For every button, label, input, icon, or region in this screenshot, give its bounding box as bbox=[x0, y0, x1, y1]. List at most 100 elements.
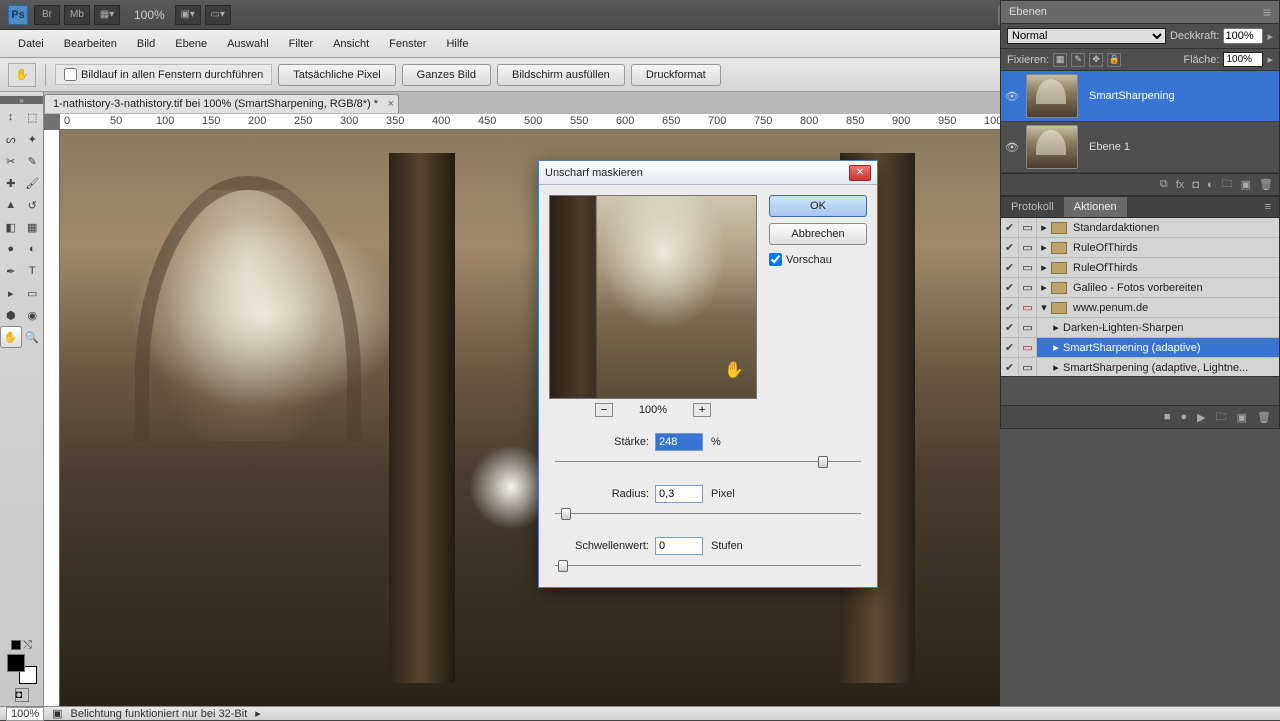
new-action-icon[interactable]: ▣ bbox=[1237, 411, 1247, 424]
blend-mode-select[interactable]: Normal bbox=[1007, 28, 1166, 44]
scroll-all-checkbox-input[interactable] bbox=[64, 68, 77, 81]
gradient-tool-icon[interactable]: ▦ bbox=[22, 216, 44, 238]
new-set-icon[interactable]: 🗀 bbox=[1216, 408, 1227, 427]
action-row[interactable]: ✔▭▸RuleOfThirds bbox=[1001, 258, 1279, 278]
swap-colors-icon[interactable]: ⤭ bbox=[23, 640, 33, 650]
amount-input[interactable] bbox=[655, 433, 703, 451]
eraser-tool-icon[interactable]: ◧ bbox=[0, 216, 22, 238]
radius-input[interactable] bbox=[655, 485, 703, 503]
layer-thumbnail[interactable] bbox=[1026, 74, 1078, 118]
quick-select-tool-icon[interactable]: ✦ bbox=[22, 128, 44, 150]
status-doc-icon[interactable]: ▣ bbox=[52, 707, 62, 720]
fill-flyout-icon[interactable]: ▸ bbox=[1267, 53, 1273, 66]
action-row[interactable]: ✔▭▸Galileo - Fotos vorbereiten bbox=[1001, 278, 1279, 298]
hand-tool-icon[interactable]: ✋ bbox=[8, 63, 36, 87]
action-row[interactable]: ✔▭▾www.penum.de bbox=[1001, 298, 1279, 318]
layer-visibility-icon[interactable]: 👁 bbox=[1001, 90, 1023, 103]
marquee-tool-icon[interactable]: ⬚ bbox=[22, 106, 44, 128]
lock-all-icon[interactable]: 🔒 bbox=[1107, 53, 1121, 67]
document-tab[interactable]: 1-nathistory-3-nathistory.tif bei 100% (… bbox=[44, 94, 399, 113]
menu-select[interactable]: Auswahl bbox=[217, 38, 279, 50]
threshold-slider[interactable] bbox=[555, 559, 861, 573]
history-brush-tool-icon[interactable]: ↺ bbox=[22, 194, 44, 216]
lock-transparent-icon[interactable]: ▦ bbox=[1053, 53, 1067, 67]
menu-help[interactable]: Hilfe bbox=[436, 38, 478, 50]
fit-screen-button[interactable]: Ganzes Bild bbox=[402, 64, 491, 86]
fill-screen-button[interactable]: Bildschirm ausfüllen bbox=[497, 64, 625, 86]
menu-window[interactable]: Fenster bbox=[379, 38, 436, 50]
brush-tool-icon[interactable]: 🖌 bbox=[22, 172, 44, 194]
shape-tool-icon[interactable]: ▭ bbox=[22, 282, 44, 304]
preview-checkbox[interactable]: Vorschau bbox=[769, 253, 867, 266]
eyedropper-tool-icon[interactable]: ✎ bbox=[22, 150, 44, 172]
layer-name[interactable]: Ebene 1 bbox=[1081, 141, 1279, 153]
link-layers-icon[interactable]: ⧉ bbox=[1160, 178, 1168, 191]
delete-action-icon[interactable]: 🗑 bbox=[1257, 411, 1271, 424]
print-size-button[interactable]: Druckformat bbox=[631, 64, 721, 86]
toolbox-collapse-icon[interactable]: » bbox=[0, 96, 43, 104]
healing-tool-icon[interactable]: ✚ bbox=[0, 172, 22, 194]
layers-panel-menu-icon[interactable]: ≡ bbox=[1263, 4, 1271, 20]
menu-file[interactable]: Datei bbox=[8, 38, 54, 50]
actual-pixels-button[interactable]: Tatsächliche Pixel bbox=[278, 64, 395, 86]
menu-view[interactable]: Ansicht bbox=[323, 38, 379, 50]
lasso-tool-icon[interactable]: ᔕ bbox=[0, 128, 22, 150]
foreground-color-swatch[interactable] bbox=[7, 654, 25, 672]
dodge-tool-icon[interactable]: ◐ bbox=[22, 238, 44, 260]
status-zoom[interactable]: 100% bbox=[6, 707, 44, 721]
play-icon[interactable]: ▶ bbox=[1197, 411, 1205, 424]
scroll-all-windows-checkbox[interactable]: Bildlauf in allen Fenstern durchführen bbox=[55, 64, 272, 85]
cancel-button[interactable]: Abbrechen bbox=[769, 223, 867, 245]
stamp-tool-icon[interactable]: ▲ bbox=[0, 194, 22, 216]
type-tool-icon[interactable]: T bbox=[22, 260, 44, 282]
adjustment-icon[interactable]: ◐ bbox=[1207, 179, 1214, 191]
history-tab[interactable]: Protokoll bbox=[1001, 197, 1064, 217]
pen-tool-icon[interactable]: ✒ bbox=[0, 260, 22, 282]
stop-icon[interactable]: ■ bbox=[1164, 411, 1171, 423]
hand-tool-active-icon[interactable]: ✋ bbox=[0, 326, 22, 348]
path-select-tool-icon[interactable]: ▸ bbox=[0, 282, 22, 304]
radius-slider[interactable] bbox=[555, 507, 861, 521]
lock-paint-icon[interactable]: ✎ bbox=[1071, 53, 1085, 67]
topbar-zoom[interactable]: 100% bbox=[134, 8, 165, 22]
layer-name[interactable]: SmartSharpening bbox=[1081, 90, 1279, 102]
zoom-tool-icon[interactable]: 🔍 bbox=[22, 326, 43, 348]
menu-filter[interactable]: Filter bbox=[279, 38, 323, 50]
dialog-titlebar[interactable]: Unscharf maskieren ✕ bbox=[539, 161, 877, 185]
view-extras-icon[interactable]: ▦▾ bbox=[94, 5, 120, 25]
opacity-flyout-icon[interactable]: ▸ bbox=[1267, 30, 1273, 43]
menu-layer[interactable]: Ebene bbox=[165, 38, 217, 50]
threshold-input[interactable] bbox=[655, 537, 703, 555]
filter-preview[interactable]: ✋ bbox=[549, 195, 757, 399]
quickmask-icon[interactable]: ◘ bbox=[15, 688, 29, 702]
bridge-icon[interactable]: Br bbox=[34, 5, 60, 25]
status-arrow-icon[interactable]: ▸ bbox=[255, 707, 261, 720]
screen-mode-icon[interactable]: ▭▾ bbox=[205, 5, 231, 25]
layer-row[interactable]: 👁 Ebene 1 bbox=[1001, 122, 1279, 173]
layer-thumbnail[interactable] bbox=[1026, 125, 1078, 169]
arrange-docs-icon[interactable]: ▣▾ bbox=[175, 5, 201, 25]
actions-tab[interactable]: Aktionen bbox=[1064, 197, 1127, 217]
action-row[interactable]: ✔▭▸RuleOfThirds bbox=[1001, 238, 1279, 258]
document-tab-close-icon[interactable]: × bbox=[388, 98, 394, 110]
zoom-in-button[interactable]: + bbox=[693, 403, 711, 417]
delete-layer-icon[interactable]: 🗑 bbox=[1259, 178, 1273, 191]
default-colors-icon[interactable] bbox=[11, 640, 21, 650]
mask-icon[interactable]: ◘ bbox=[1192, 179, 1199, 191]
menu-edit[interactable]: Bearbeiten bbox=[54, 38, 127, 50]
dialog-close-button[interactable]: ✕ bbox=[849, 165, 871, 181]
layer-visibility-icon[interactable]: 👁 bbox=[1001, 141, 1023, 154]
action-row[interactable]: ✔▭▸Darken-Lighten-Sharpen bbox=[1001, 318, 1279, 338]
new-layer-icon[interactable]: ▣ bbox=[1241, 178, 1251, 191]
ok-button[interactable]: OK bbox=[769, 195, 867, 217]
blur-tool-icon[interactable]: ● bbox=[0, 238, 22, 260]
action-row[interactable]: ✔▭▸Standardaktionen bbox=[1001, 218, 1279, 238]
3d-camera-tool-icon[interactable]: ◉ bbox=[22, 304, 44, 326]
action-row[interactable]: ✔▭▸SmartSharpening (adaptive, Lightne... bbox=[1001, 358, 1279, 376]
action-row[interactable]: ✔▭▸SmartSharpening (adaptive) bbox=[1001, 338, 1279, 358]
actions-panel-menu-icon[interactable]: ≡ bbox=[1257, 197, 1279, 217]
lock-move-icon[interactable]: ✥ bbox=[1089, 53, 1103, 67]
record-icon[interactable]: ● bbox=[1181, 411, 1188, 423]
fx-icon[interactable]: fx bbox=[1176, 179, 1185, 191]
minibridge-icon[interactable]: Mb bbox=[64, 5, 90, 25]
